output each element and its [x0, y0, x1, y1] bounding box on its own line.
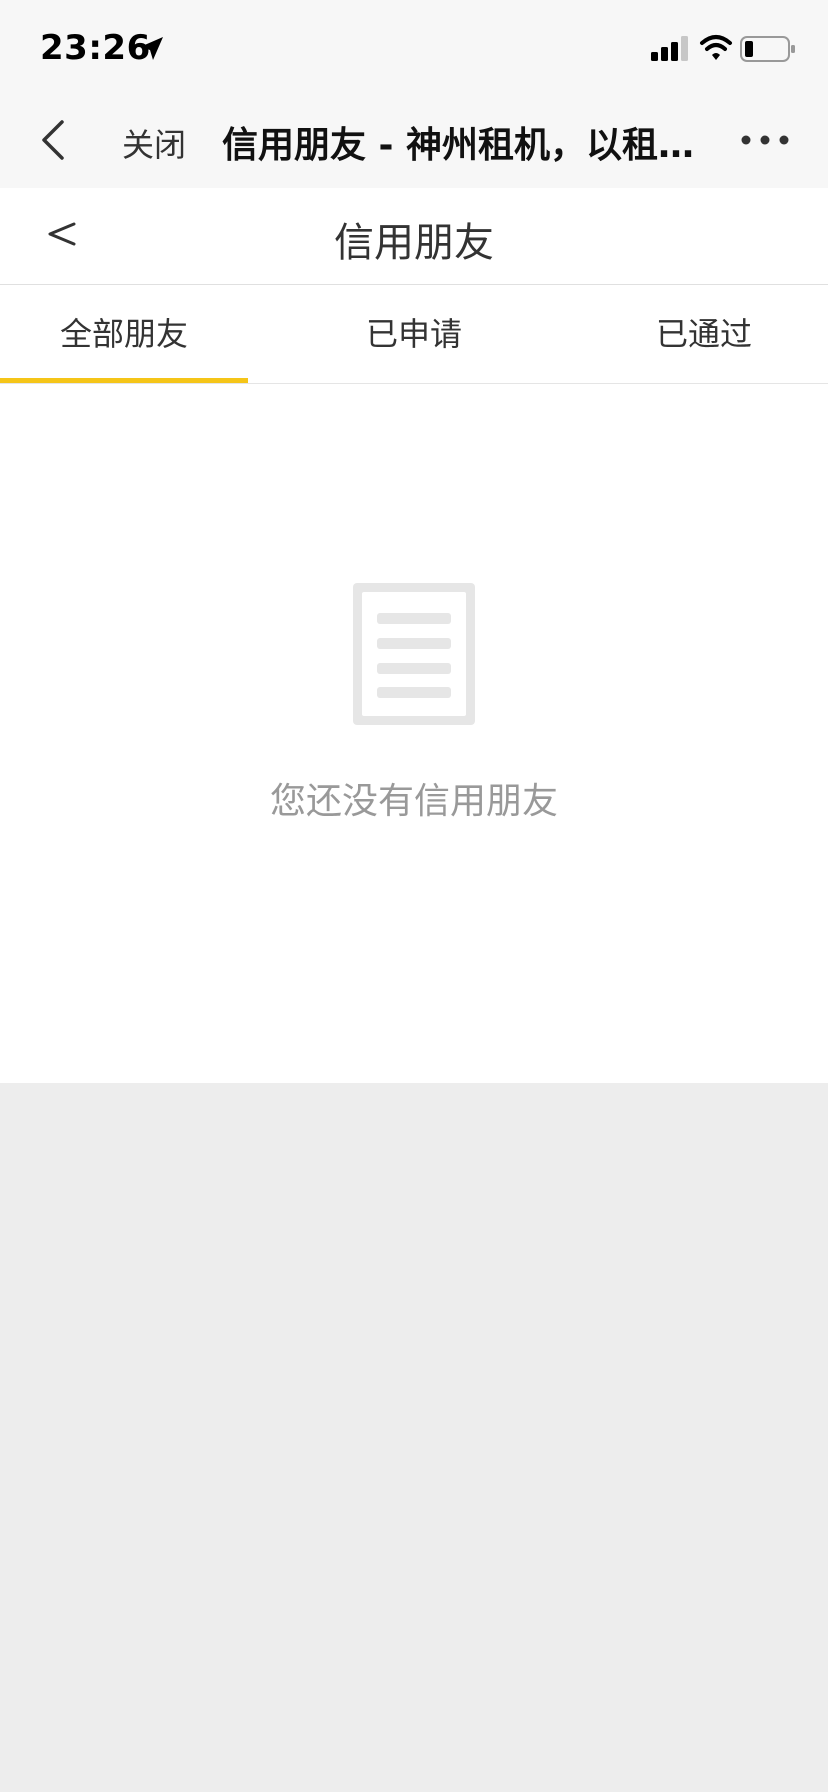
- title-bar: 关闭 信用朋友 - 神州租机，以租…: [0, 92, 828, 188]
- signal-icon: [651, 36, 688, 61]
- active-tab-indicator: [0, 378, 248, 383]
- tab-approved[interactable]: 已通过: [580, 285, 828, 383]
- status-bar: 23:26: [0, 0, 828, 92]
- tab-bar: 全部朋友 已申请 已通过: [0, 285, 828, 384]
- status-time: 23:26: [40, 28, 151, 68]
- document-icon: [353, 583, 475, 725]
- page-title: 信用朋友 - 神州租机，以租…: [222, 125, 695, 166]
- content-area: 您还没有信用朋友: [0, 384, 828, 1083]
- tab-all-friends[interactable]: 全部朋友: [0, 285, 248, 383]
- tab-applied[interactable]: 已申请: [290, 285, 538, 383]
- more-dots-icon[interactable]: [740, 128, 790, 152]
- page-header: 信用朋友: [0, 188, 828, 285]
- battery-icon: [740, 36, 795, 62]
- page: 23:26 关闭 信用朋友 - 神州租机，以租… 信用朋友 全部朋友 已申请 已…: [0, 0, 828, 1792]
- header-title: 信用朋友: [334, 220, 494, 266]
- wifi-icon: [700, 35, 732, 60]
- back-chevron-icon[interactable]: [34, 116, 74, 164]
- close-button[interactable]: 关闭: [122, 120, 186, 166]
- empty-state-message: 您还没有信用朋友: [269, 781, 558, 822]
- location-arrow-icon: [140, 37, 163, 60]
